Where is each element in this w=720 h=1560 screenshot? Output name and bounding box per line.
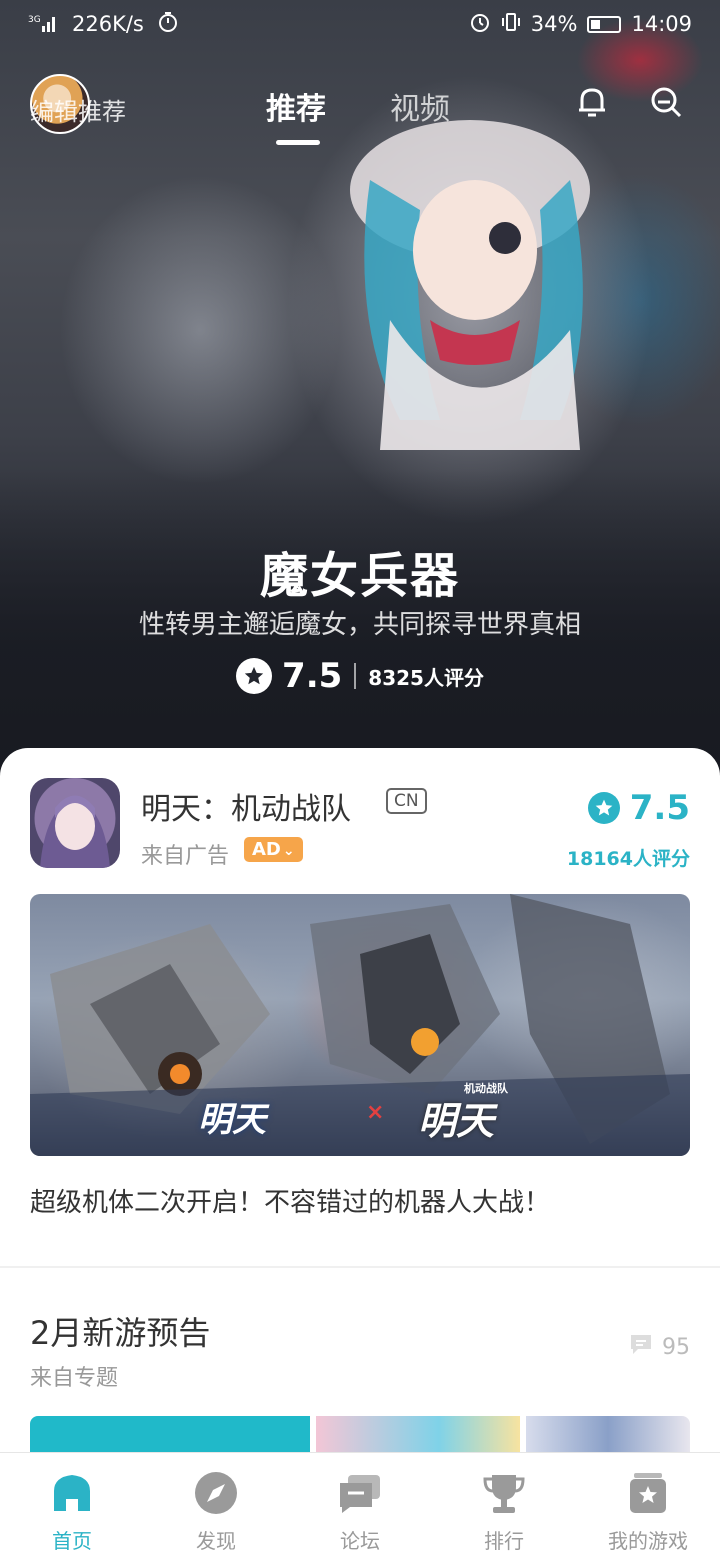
vibrate-icon (501, 11, 521, 38)
section-divider (0, 1266, 720, 1268)
game-app-icon[interactable] (30, 778, 120, 868)
banner-logo-left: 明天 (198, 1100, 266, 1140)
region-badge: CN (386, 788, 427, 814)
tab-video[interactable]: 视频 (390, 84, 450, 128)
network-speed: 226K/s (72, 12, 144, 36)
nav-label-discover: 发现 (196, 1529, 236, 1553)
hero-title[interactable]: 魔女兵器 (0, 536, 720, 606)
bottom-navigation: 首页 发现 论坛 排行 我的游戏 (0, 1452, 720, 1560)
hero-score: 7.5 (282, 656, 343, 696)
chevron-down-icon: ⌄ (282, 843, 295, 859)
banner-logo-cross: × (366, 1100, 385, 1125)
clock-time: 14:09 (631, 12, 692, 36)
mecha-artwork (30, 894, 690, 1156)
comment-count[interactable]: 95 (628, 1332, 690, 1362)
home-icon (54, 1475, 90, 1511)
edit-recommend-label: 编辑推荐 (30, 98, 126, 126)
hero-artwork (350, 120, 590, 450)
game-rating-count: 18164人评分 (566, 848, 690, 870)
hero-rating: 7.5 8325人评分 (0, 656, 720, 696)
nav-label-ranking: 排行 (484, 1529, 524, 1553)
nav-label-forum: 论坛 (340, 1529, 380, 1553)
star-icon (587, 792, 620, 824)
game-description[interactable]: 超级机体二次开启！不容错过的机器人大战！ (30, 1182, 550, 1219)
my-games-icon (630, 1473, 666, 1513)
rating-divider (354, 663, 357, 689)
comment-count-value: 95 (662, 1334, 690, 1360)
network-type: 3G (28, 15, 41, 25)
nav-item-my-games[interactable]: 我的游戏 (576, 1453, 720, 1560)
battery-icon (587, 15, 622, 33)
nav-label-my-games: 我的游戏 (608, 1529, 688, 1553)
nav-item-discover[interactable]: 发现 (144, 1453, 288, 1560)
hero-rating-count: 8325人评分 (368, 665, 484, 690)
topic-title[interactable]: 2月新游预告 (30, 1308, 210, 1354)
comment-icon (628, 1332, 654, 1362)
forum-icon (340, 1475, 380, 1513)
stopwatch-icon (158, 11, 178, 38)
source-label: 来自广告 (141, 844, 230, 869)
search-icon[interactable] (646, 82, 686, 122)
status-bar: 3G 226K/s 34% 14:09 (0, 0, 720, 48)
compass-icon (195, 1472, 237, 1514)
game-rating: 7.5 (587, 788, 690, 828)
topic-source: 来自专题 (30, 1366, 119, 1391)
tab-recommend[interactable]: 推荐 (266, 84, 326, 128)
signal-icon: 3G (28, 12, 58, 36)
game-score: 7.5 (629, 788, 690, 828)
ad-badge-label: AD (252, 839, 281, 860)
hero-banner[interactable]: 3G 226K/s 34% 14:09 推荐 视频 编辑推荐 魔女兵器 性转男主… (0, 0, 720, 790)
active-tab-indicator (276, 140, 320, 145)
battery-percent: 34% (530, 12, 578, 36)
bell-icon[interactable] (572, 82, 612, 122)
nav-item-forum[interactable]: 论坛 (288, 1453, 432, 1560)
nav-label-home: 首页 (52, 1529, 92, 1553)
banner-logo-right: 明天 (418, 1099, 495, 1143)
nav-item-ranking[interactable]: 排行 (432, 1453, 576, 1560)
content-card: 明天：机动战队 CN 来自广告 AD ⌄ 7.5 18164人评分 明天 × 明天… (0, 748, 720, 1460)
trophy-icon (483, 1475, 525, 1513)
banner-logo-subtitle: 机动战队 (464, 1082, 508, 1095)
hero-subtitle: 性转男主邂逅魔女，共同探寻世界真相 (138, 610, 581, 640)
game-name[interactable]: 明天：机动战队 (141, 784, 351, 828)
ad-badge[interactable]: AD ⌄ (244, 837, 303, 862)
star-icon (236, 658, 273, 694)
game-banner-image[interactable]: 明天 × 明天 机动战队 (30, 894, 690, 1156)
nav-item-home[interactable]: 首页 (0, 1453, 144, 1560)
alarm-icon (469, 11, 491, 38)
